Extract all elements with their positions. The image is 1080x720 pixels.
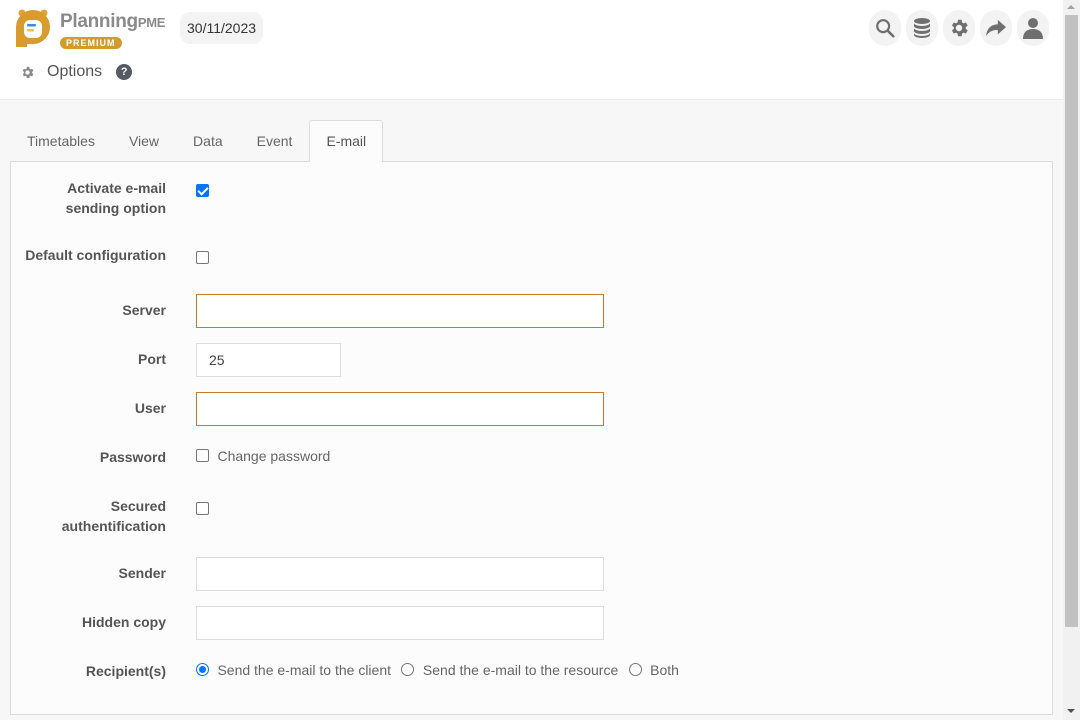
activate-email-label-line1: Activate e-mail: [67, 180, 166, 196]
activate-email-label: Activate e-mail sending option: [16, 178, 166, 218]
tab-email[interactable]: E-mail: [309, 120, 384, 162]
premium-badge: PREMIUM: [60, 37, 122, 49]
server-input[interactable]: [196, 294, 604, 328]
port-label: Port: [138, 351, 166, 367]
activate-email-label-line2: sending option: [65, 200, 166, 216]
page-scrollbar[interactable]: [1063, 0, 1080, 720]
gear-icon: [951, 19, 968, 37]
settings-button[interactable]: [943, 10, 975, 46]
tab-view[interactable]: View: [112, 120, 176, 162]
sender-input[interactable]: [196, 557, 604, 591]
secured-auth-checkbox[interactable]: [196, 502, 209, 516]
database-button[interactable]: [906, 10, 938, 46]
email-settings-panel: Activate e-mail sending option Default c…: [10, 161, 1053, 715]
top-toolbar: [869, 10, 1049, 46]
default-config-label: Default configuration: [25, 247, 166, 263]
hidden-copy-input[interactable]: [196, 606, 604, 640]
recipient-option-both[interactable]: Both: [628, 661, 679, 679]
page-title-row: Options ?: [20, 60, 133, 84]
recipient-radio-both[interactable]: [628, 663, 642, 677]
tab-data[interactable]: Data: [176, 120, 240, 162]
tab-timetables[interactable]: Timetables: [10, 120, 112, 162]
app-header: PlanningPME PREMIUM 30/11/2023 Options ?: [0, 0, 1063, 100]
brand-name-text: Planning: [60, 11, 138, 32]
recipient-option-resource[interactable]: Send the e-mail to the resource: [401, 661, 618, 679]
password-label: Password: [99, 449, 166, 465]
tab-event[interactable]: Event: [240, 120, 310, 162]
gear-icon: [22, 66, 34, 78]
scroll-thumb[interactable]: [1065, 15, 1078, 627]
database-icon: [914, 18, 930, 38]
activate-email-checkbox[interactable]: [196, 184, 209, 198]
sender-label: Sender: [118, 565, 166, 581]
user-button[interactable]: [1017, 10, 1049, 46]
recipient-label-resource[interactable]: Send the e-mail to the resource: [423, 662, 618, 678]
port-input[interactable]: 25: [196, 343, 341, 377]
planningpme-logo-icon[interactable]: [12, 7, 54, 49]
brand-name: PlanningPME: [60, 11, 165, 33]
scroll-down-arrow-icon[interactable]: [1067, 709, 1075, 713]
page-title: Options: [47, 63, 103, 80]
change-password-label[interactable]: Change password: [217, 448, 330, 464]
share-button[interactable]: [980, 10, 1012, 46]
share-icon: [986, 19, 1006, 37]
secured-auth-label: Secured authentification: [16, 496, 166, 536]
recipient-radio-client[interactable]: [196, 663, 209, 677]
recipient-label-client[interactable]: Send the e-mail to the client: [217, 662, 391, 678]
current-date[interactable]: 30/11/2023: [180, 12, 264, 44]
help-icon[interactable]: ?: [116, 64, 133, 80]
secured-auth-label-line1: Secured: [110, 498, 166, 514]
default-config-checkbox[interactable]: [196, 251, 209, 265]
scroll-up-arrow-icon[interactable]: [1067, 5, 1075, 9]
user-icon: [1023, 18, 1043, 39]
user-input[interactable]: [196, 392, 604, 426]
recipient-radio-resource[interactable]: [401, 663, 415, 677]
secured-auth-label-line2: authentification: [61, 518, 166, 534]
recipients-label: Recipient(s): [85, 663, 166, 679]
brand: PlanningPME PREMIUM: [60, 11, 165, 51]
recipient-option-client[interactable]: Send the e-mail to the client: [196, 661, 391, 679]
brand-suffix: PME: [137, 15, 166, 30]
server-label: Server: [122, 302, 166, 318]
change-password-checkbox[interactable]: [196, 449, 209, 463]
search-button[interactable]: [869, 10, 901, 46]
hidden-copy-label: Hidden copy: [81, 614, 166, 630]
options-tabs: Timetables View Data Event E-mail: [10, 120, 384, 162]
search-icon: [876, 19, 895, 38]
user-label: User: [134, 400, 166, 416]
recipient-label-both[interactable]: Both: [650, 662, 679, 678]
